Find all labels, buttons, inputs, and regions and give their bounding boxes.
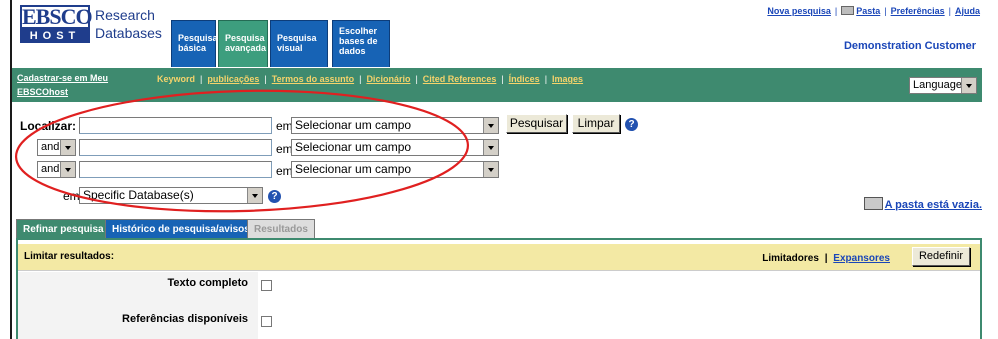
separator: | (264, 74, 267, 84)
search-term-input-2[interactable] (79, 139, 272, 156)
top-links: Nova pesquisa | Pasta | Preferências | Ajuda (767, 6, 980, 16)
limit-modes: Limitadores | Expansores (762, 253, 890, 264)
ebsco-logo[interactable]: EBSCO HOST Research Databases (20, 4, 162, 45)
chevron-down-icon[interactable] (483, 162, 498, 177)
tab-advanced-search[interactable]: Pesquisa avançada (218, 20, 268, 67)
reset-button[interactable]: Redefinir (912, 247, 970, 266)
separator: | (834, 6, 838, 16)
toolbar-link-keyword[interactable]: Keyword (157, 74, 195, 84)
help-link[interactable]: Ajuda (955, 6, 980, 16)
separator: | (200, 74, 203, 84)
limiters-label: Limitadores (762, 253, 819, 264)
field-select-3-value: Selecionar um campo (295, 162, 412, 176)
toolbar-links: Keyword | publicações | Termos do assunto | Di… (157, 74, 583, 84)
separator: | (948, 6, 951, 16)
help-icon[interactable]: ? (625, 118, 638, 131)
language-select-value: Language (913, 79, 962, 91)
full-text-checkbox[interactable] (261, 280, 272, 291)
tab-basic-search[interactable]: Pesquisa básica (171, 20, 218, 67)
chevron-down-icon[interactable] (60, 140, 75, 155)
database-in-label: em (63, 189, 80, 203)
database-select-value: Specific Database(s) (83, 188, 194, 202)
logo-databases: Databases (95, 25, 162, 41)
new-search-link[interactable]: Nova pesquisa (767, 6, 831, 16)
toolbar-link-indexes[interactable]: Índices (509, 74, 540, 84)
toolbar-link-dictionary[interactable]: Dicionário (366, 74, 410, 84)
toolbar-link-publications[interactable]: publicações (207, 74, 259, 84)
toolbar-link-images[interactable]: Images (552, 74, 583, 84)
field-select-1[interactable]: Selecionar um campo (291, 117, 499, 134)
field-select-3[interactable]: Selecionar um campo (291, 161, 499, 178)
search-toolbar: Cadastrar-se em Meu EBSCOhost Keyword | pu… (12, 68, 982, 102)
logo-host: HOST (20, 29, 90, 43)
expanders-link[interactable]: Expansores (833, 253, 890, 264)
field-select-2-value: Selecionar um campo (295, 140, 412, 154)
separator: | (501, 74, 504, 84)
field-select-2[interactable]: Selecionar um campo (291, 139, 499, 156)
database-select[interactable]: Specific Database(s) (79, 187, 263, 204)
limit-results-title: Limitar resultados: (24, 251, 115, 262)
boolean-select-2[interactable]: and (37, 139, 76, 156)
tab-search-history[interactable]: Histórico de pesquisa/avisos (105, 219, 257, 238)
separator: | (824, 253, 828, 264)
chevron-down-icon[interactable] (483, 140, 498, 155)
logo-ebsco: EBSCO (20, 4, 93, 29)
folder-icon (863, 197, 883, 210)
toolbar-link-subject-terms[interactable]: Termos do assunto (272, 74, 354, 84)
search-term-input-3[interactable] (79, 161, 272, 178)
boolean-select-2-value: and (41, 141, 60, 153)
preferences-link[interactable]: Preferências (891, 6, 945, 16)
references-available-checkbox[interactable] (261, 316, 272, 327)
chevron-down-icon[interactable] (60, 162, 75, 177)
header: EBSCO HOST Research Databases Pesquisa b… (0, 0, 998, 68)
search-button[interactable]: Pesquisar (506, 114, 567, 133)
logo-research: Research (95, 7, 155, 23)
separator: | (415, 74, 418, 84)
register-link[interactable]: Cadastrar-se em Meu EBSCOhost (17, 71, 147, 99)
full-text-label: Texto completo (167, 277, 248, 289)
boolean-select-3-value: and (41, 163, 60, 175)
refine-panel: Limitar resultados: Limitadores | Expans… (16, 238, 982, 339)
find-label: Localizar: (20, 119, 77, 133)
separator: | (544, 74, 548, 84)
toolbar-link-cited-references[interactable]: Cited References (423, 74, 497, 84)
tab-visual-search[interactable]: Pesquisa visual (270, 20, 328, 67)
field-select-1-value: Selecionar um campo (295, 118, 412, 132)
language-select[interactable]: Language (909, 77, 977, 94)
folder-status: A pasta está vazia. (863, 197, 982, 211)
limit-results-bar: Limitar resultados: Limitadores | Expans… (18, 244, 980, 271)
clear-button[interactable]: Limpar (572, 114, 620, 133)
folder-icon (841, 6, 855, 15)
database-help-icon[interactable]: ? (268, 190, 281, 203)
separator: | (884, 6, 887, 16)
chevron-down-icon[interactable] (483, 118, 498, 133)
chevron-down-icon[interactable] (247, 188, 262, 203)
tab-refine-search[interactable]: Refinar pesquisa (16, 219, 111, 238)
separator: | (359, 74, 362, 84)
chevron-down-icon[interactable] (961, 78, 976, 93)
folder-empty-link[interactable]: A pasta está vazia. (885, 199, 982, 211)
customer-name[interactable]: Demonstration Customer (844, 40, 976, 52)
folder-link[interactable]: Pasta (856, 6, 880, 16)
tab-choose-databases[interactable]: Escolher bases de dados (332, 20, 390, 67)
boolean-select-3[interactable]: and (37, 161, 76, 178)
references-available-label: Referências disponíveis (122, 313, 248, 325)
tab-results[interactable]: Resultados (247, 219, 315, 238)
search-term-input-1[interactable] (79, 117, 272, 134)
